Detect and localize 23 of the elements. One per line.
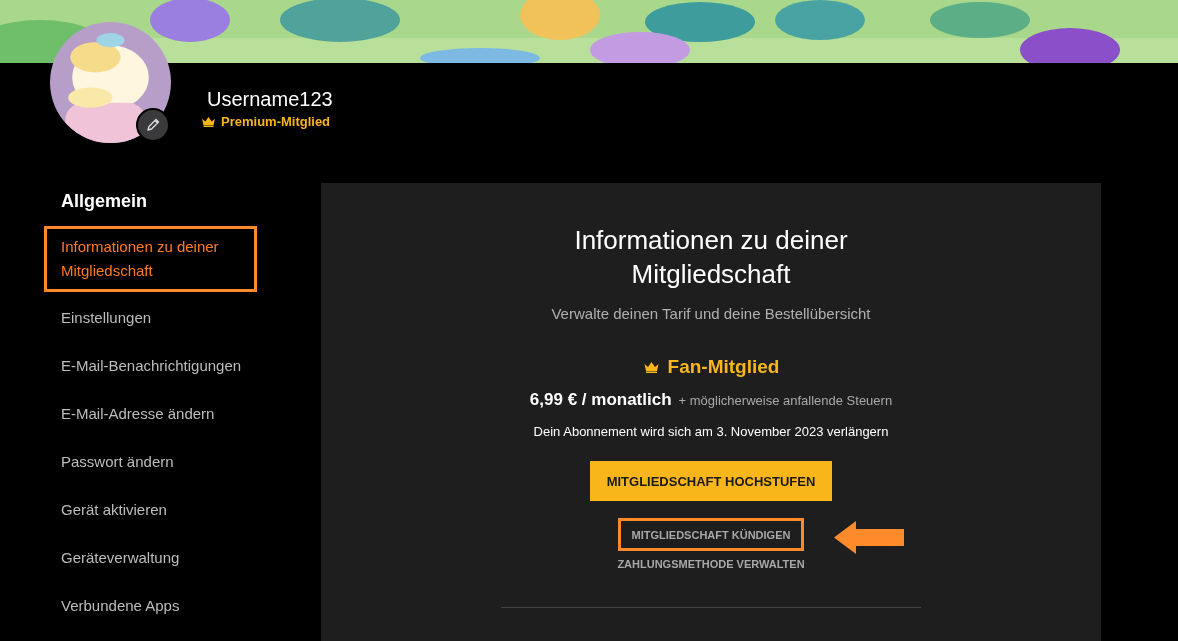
sidebar-heading: Allgemein [61,191,148,212]
crown-icon [642,361,660,373]
plan-name: Fan-Mitglied [667,356,780,378]
sidebar-item[interactable]: Informationen zu deiner Mitgliedschaft [44,226,257,292]
sidebar-item[interactable]: Verbundene Apps [61,594,180,618]
pencil-icon [145,117,161,133]
sidebar-item[interactable]: Einstellungen [61,306,152,330]
membership-label: Premium-Mitglied [221,114,331,129]
text-link[interactable]: MITGLIEDSCHAFT KÜNDIGEN [621,521,801,548]
sidebar-item[interactable]: Geräteverwaltung [61,546,180,570]
sidebar-item[interactable]: E-Mail-Benachrichtigungen [61,354,242,378]
panel-title: Informationen zu deiner Mitgliedschaft [573,224,849,291]
upgrade-button[interactable]: MITGLIEDSCHAFT HOCHSTUFEN [589,461,833,501]
renewal-note: Dein Abonnement wird sich am 3. November 2023 verlängern [533,424,889,439]
text-link[interactable]: ZAHLUNGSMETHODE VERWALTEN [607,551,815,577]
sidebar-item[interactable]: E-Mail-Adresse ändern [61,402,215,426]
panel-subtitle: Verwalte deinen Tarif und deine Bestellübersicht [551,305,871,322]
tax-note: + möglicherweise anfallende Steuern [678,393,893,408]
crown-icon [201,116,216,127]
price: 6,99 € / monatlich [529,390,672,410]
sidebar-item[interactable]: Gerät aktivieren [61,498,167,522]
username: Username123 [207,88,333,111]
sidebar-item[interactable]: Passwort ändern [61,450,174,474]
